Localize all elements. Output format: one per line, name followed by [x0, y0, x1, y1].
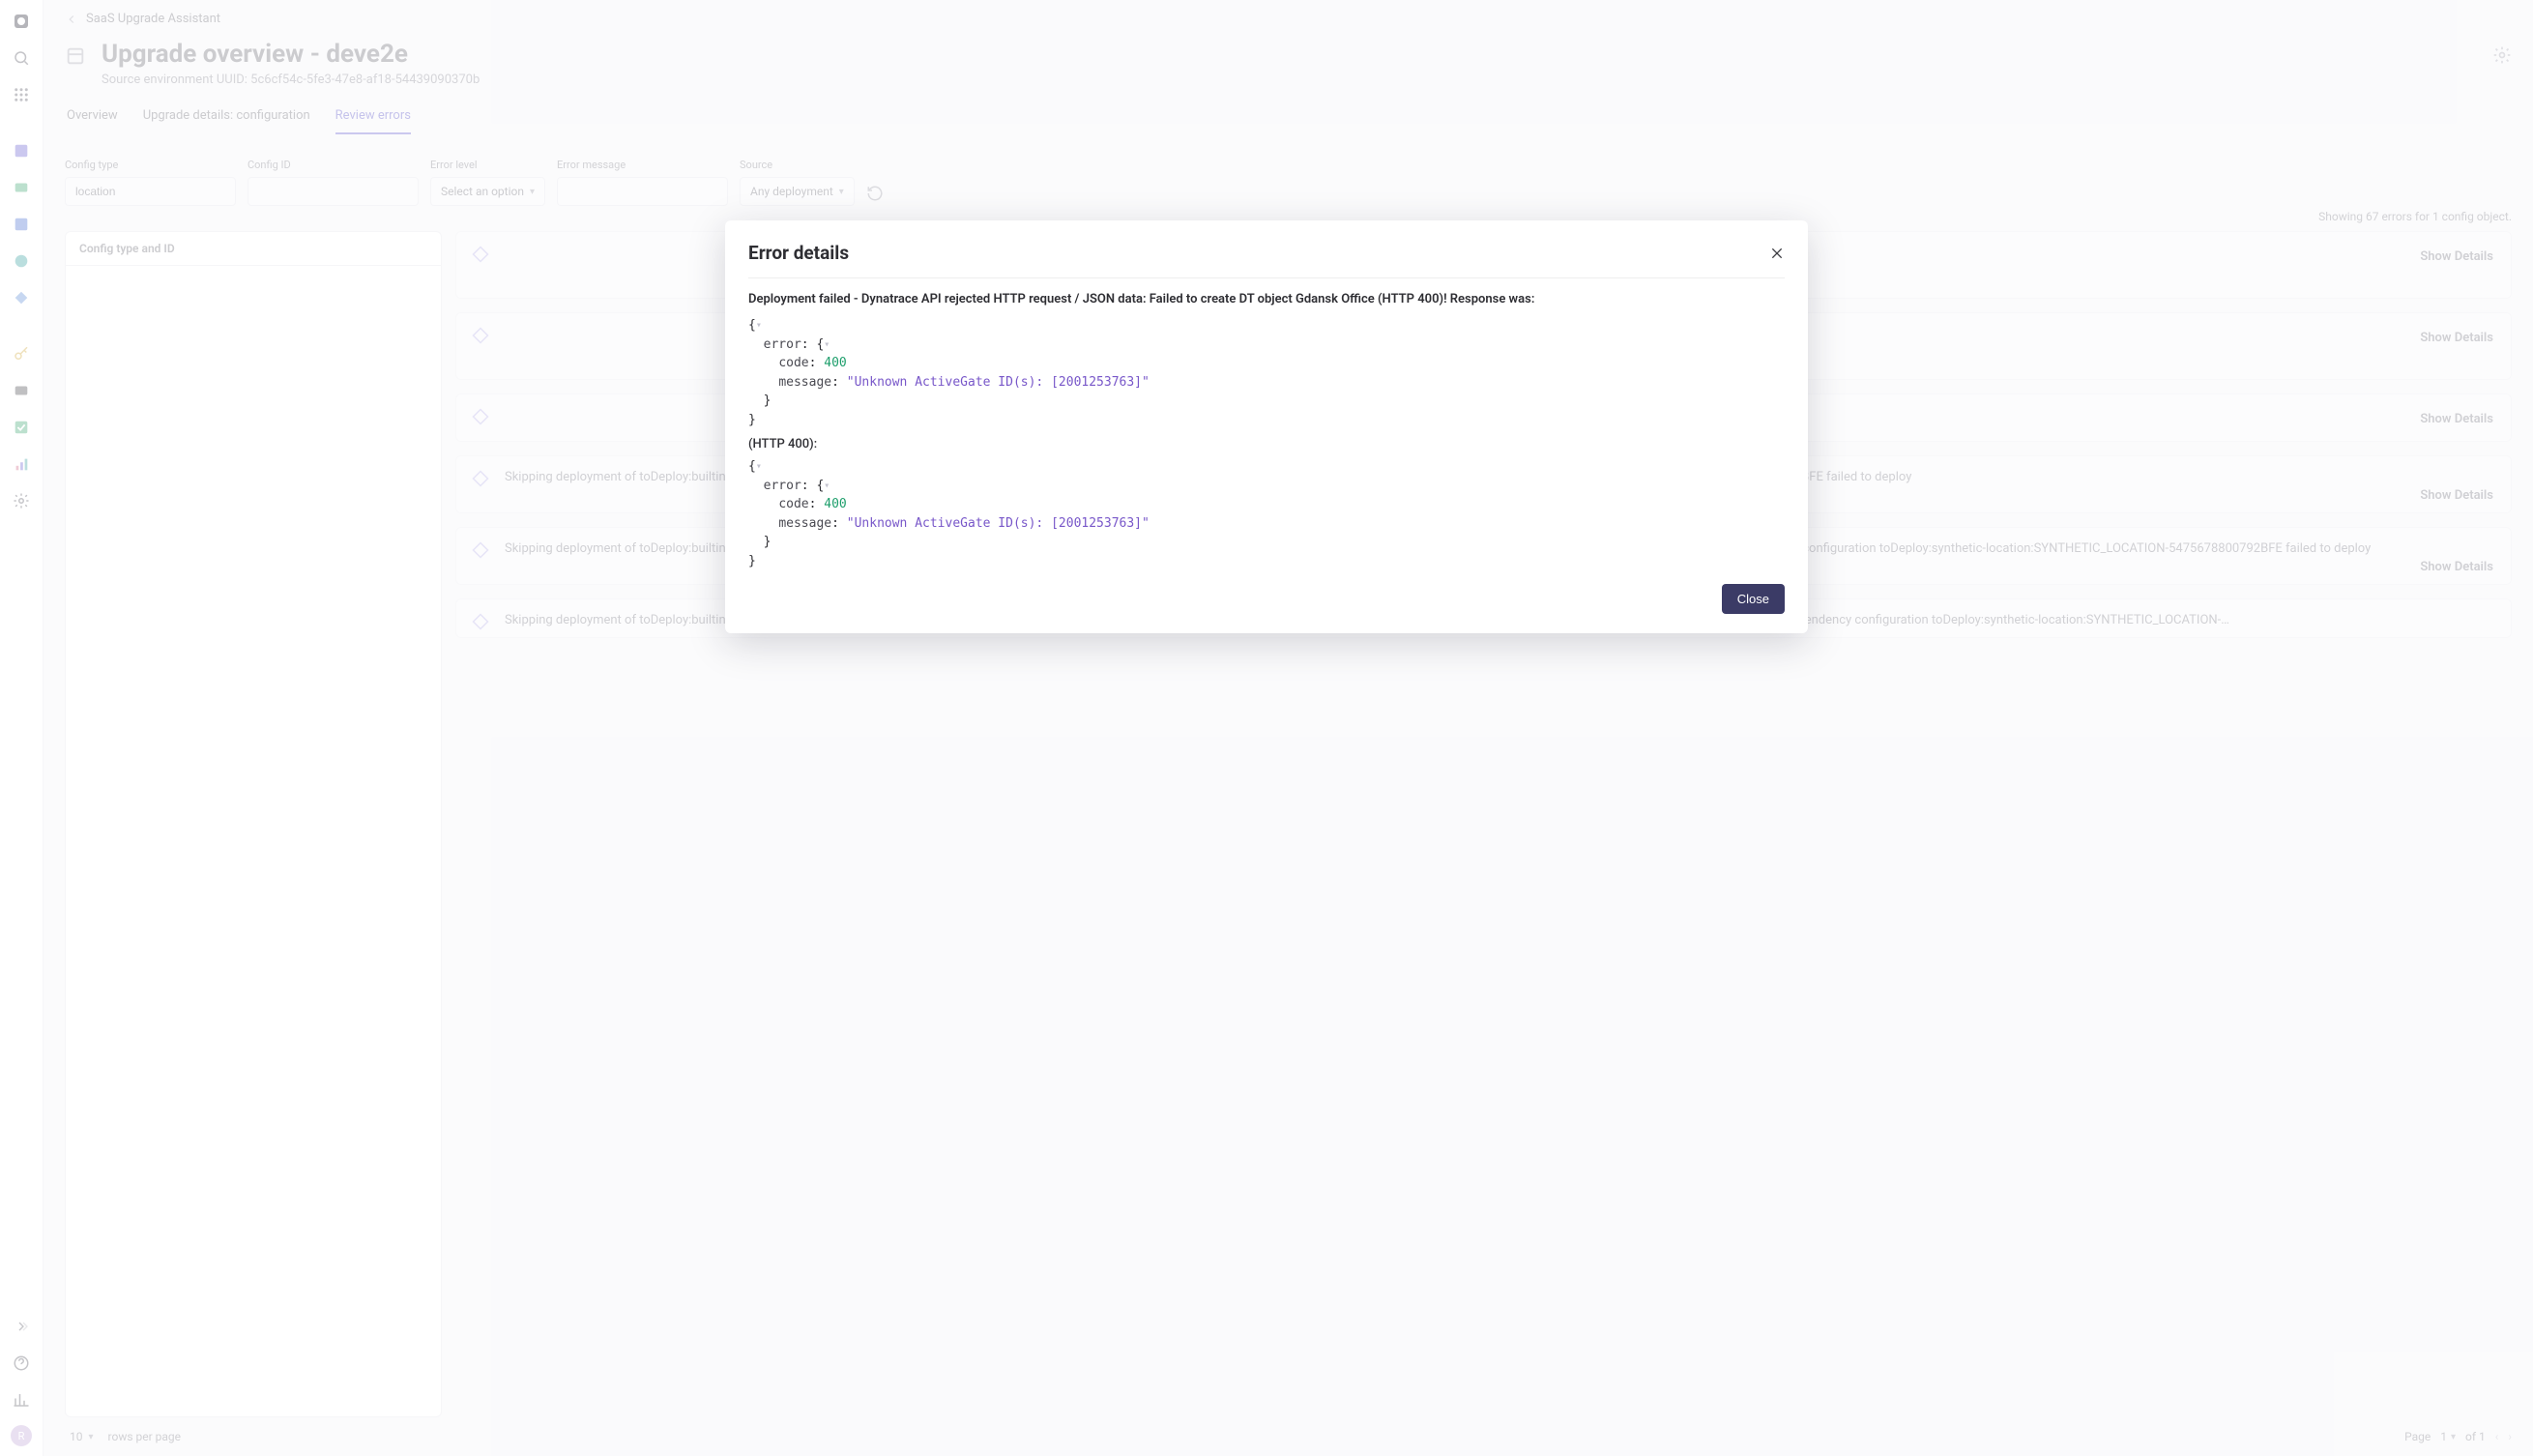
modal-title: Error details — [748, 242, 849, 264]
code-block-2: {▾ error: {▾ code: 400 message: "Unknown… — [748, 457, 1785, 570]
modal-backdrop[interactable] — [0, 0, 2533, 1456]
code2-code: 400 — [824, 497, 846, 511]
code-block-1: {▾ error: {▾ code: 400 message: "Unknown… — [748, 316, 1785, 429]
code1-message: "Unknown ActiveGate ID(s): [2001253763]" — [847, 375, 1150, 390]
close-button[interactable]: Close — [1722, 584, 1785, 614]
code2-message: "Unknown ActiveGate ID(s): [2001253763]" — [847, 516, 1150, 531]
close-icon[interactable] — [1769, 246, 1785, 261]
code1-code: 400 — [824, 356, 846, 370]
modal-subhead: (HTTP 400): — [748, 437, 1785, 451]
modal-summary: Deployment failed - Dynatrace API reject… — [748, 292, 1785, 306]
error-details-modal: Error details Deployment failed - Dynatr… — [725, 220, 1808, 633]
